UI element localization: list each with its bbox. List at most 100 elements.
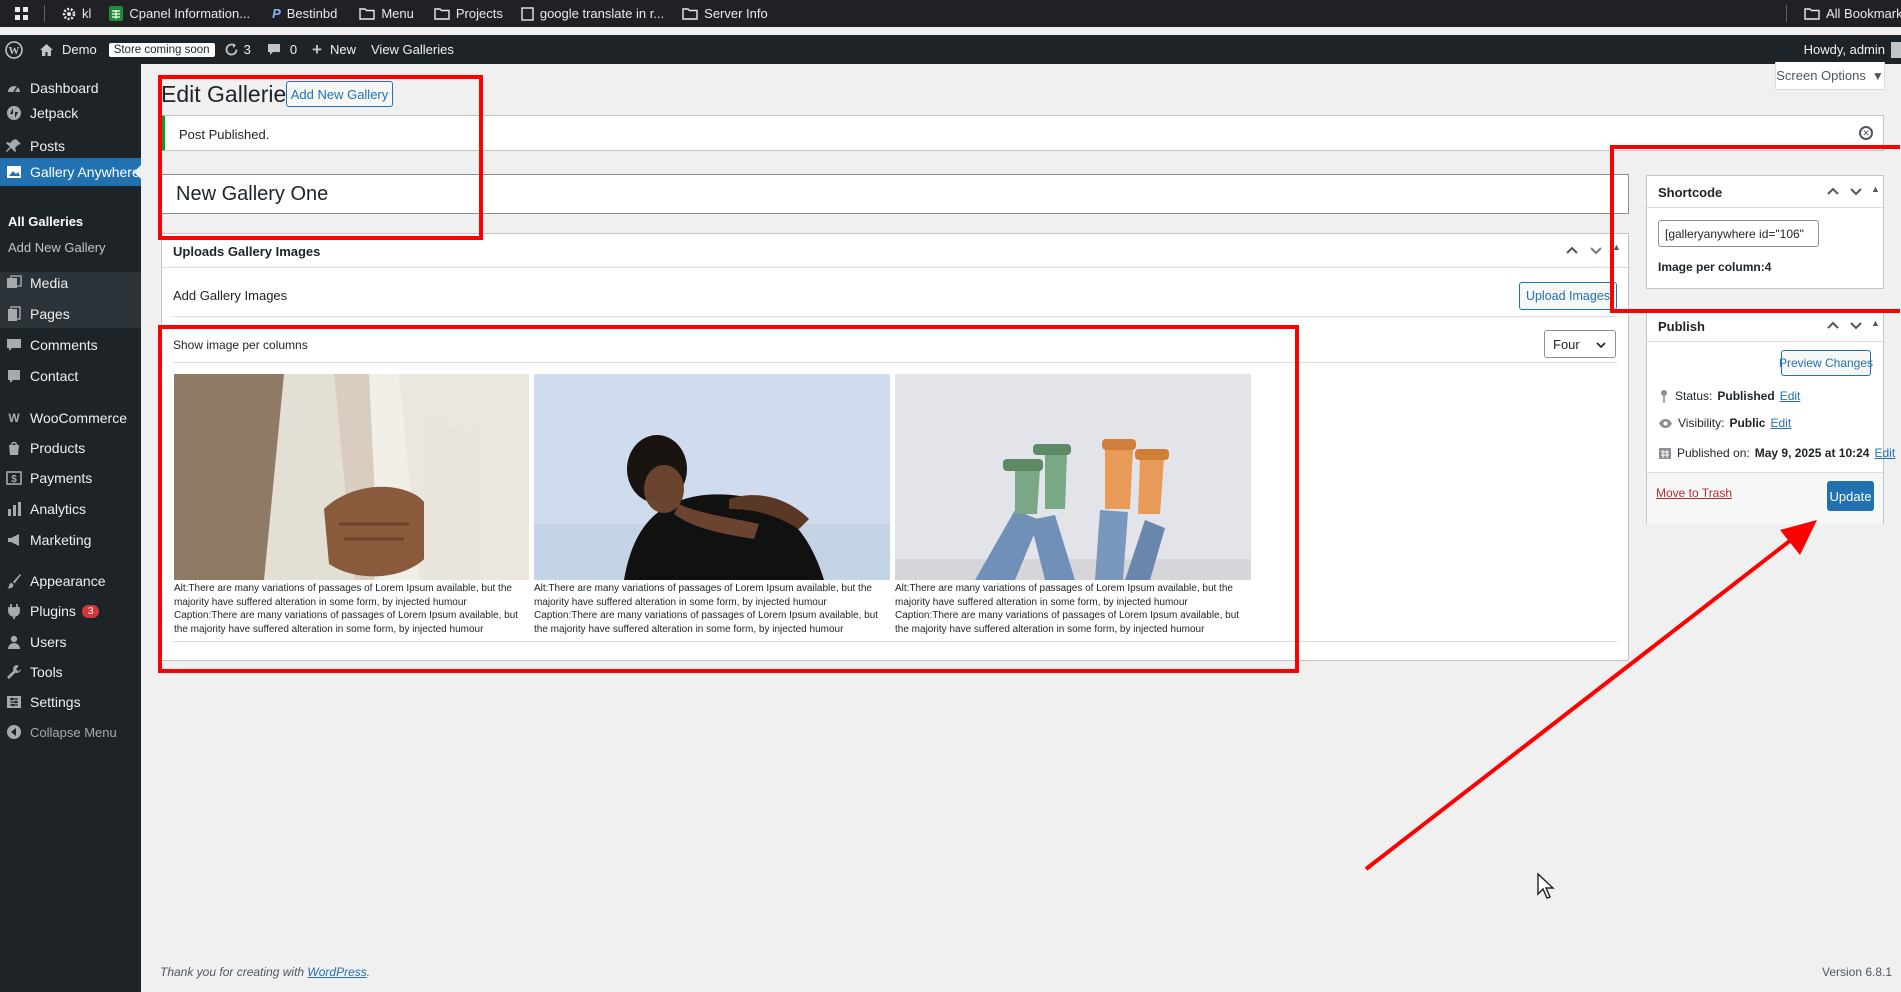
submenu-add-new-gallery[interactable]: Add New Gallery [0, 234, 141, 260]
updates-link[interactable]: 3 [224, 42, 251, 57]
screen-options-button[interactable]: Screen Options ▼ [1775, 62, 1885, 90]
menu-item-woocommerce[interactable]: W WooCommerce [0, 404, 141, 432]
uploads-metabox-title: Uploads Gallery Images [173, 244, 321, 259]
menu-item-contact[interactable]: Contact [0, 362, 141, 390]
divider [1647, 341, 1883, 342]
folder-icon [682, 8, 698, 20]
megaphone-icon [6, 532, 22, 548]
store-coming-soon-badge[interactable]: Store coming soon [108, 42, 215, 57]
pages-icon [6, 306, 22, 322]
bookmark-bestinbd[interactable]: P Bestinbd [272, 6, 337, 21]
menu-item-analytics[interactable]: Analytics [0, 495, 141, 523]
bookmark-menu[interactable]: Menu [359, 6, 414, 21]
pin-icon [6, 138, 22, 154]
chevron-down-icon[interactable] [1847, 316, 1865, 339]
new-content-link[interactable]: + New [312, 41, 356, 58]
divider [44, 5, 45, 22]
menu-item-posts[interactable]: Posts [0, 132, 141, 160]
home-icon [40, 43, 53, 56]
wrench-icon [6, 664, 22, 680]
preview-changes-button[interactable]: Preview Changes [1779, 350, 1873, 376]
sheets-icon [109, 6, 124, 21]
pin-icon [1661, 390, 1667, 403]
folder-icon [1804, 8, 1820, 20]
annotation-arrow [1364, 520, 1817, 871]
menu-item-products[interactable]: Products [0, 434, 141, 462]
collapse-menu-button[interactable]: Collapse Menu [0, 718, 141, 746]
my-account[interactable]: Howdy, admin [1804, 35, 1901, 64]
bookmark-cpanel[interactable]: Cpanel Information... [109, 6, 250, 21]
columns-select[interactable]: Four [1544, 330, 1616, 358]
wordpress-logo-icon[interactable]: W [5, 40, 23, 59]
chevron-down-icon [1596, 342, 1606, 349]
caret-down-icon: ▼ [1871, 68, 1884, 83]
folder-icon [359, 8, 376, 20]
menu-item-appearance[interactable]: Appearance [0, 567, 141, 595]
svg-text:$: $ [11, 474, 17, 485]
folder-icon [434, 8, 450, 20]
menu-item-settings[interactable]: Settings [0, 688, 141, 716]
footer-thankyou: Thank you for creating with WordPress. [160, 965, 371, 979]
chevron-down-icon[interactable] [1586, 240, 1606, 260]
edit-visibility-link[interactable]: Edit [1770, 416, 1791, 430]
upload-images-button[interactable]: Upload Images [1519, 282, 1617, 310]
menu-item-marketing[interactable]: Marketing [0, 526, 141, 554]
bookmark-google-translate[interactable]: google translate in r... [521, 6, 664, 21]
divider [162, 267, 1628, 268]
avatar [1891, 41, 1901, 58]
published-on-row: Published on: May 9, 2025 at 10:24 Edit [1658, 446, 1895, 460]
chevron-up-icon[interactable] [1562, 240, 1582, 260]
footer-version: Version 6.8.1 [1822, 965, 1893, 979]
woocommerce-icon: W [8, 411, 20, 425]
comment-icon [6, 337, 22, 353]
apps-icon[interactable] [15, 6, 29, 21]
plugins-update-badge: 3 [81, 604, 100, 618]
current-menu-arrow [134, 164, 142, 180]
gallery-icon [6, 164, 22, 180]
menu-item-users[interactable]: Users [0, 628, 141, 656]
bookmark-projects[interactable]: Projects [434, 6, 503, 21]
jetpack-icon [6, 105, 22, 121]
divider [1786, 5, 1787, 22]
menu-item-tools[interactable]: Tools [0, 658, 141, 686]
payments-icon: $ [6, 470, 22, 486]
publish-metabox: Publish ▲ Preview Changes Status: Publish… [1646, 309, 1895, 524]
menu-item-media[interactable]: Media [0, 269, 141, 297]
menu-item-pages[interactable]: Pages [0, 300, 141, 328]
menu-item-payments[interactable]: $ Payments [0, 464, 141, 492]
view-galleries-link[interactable]: View Galleries [371, 42, 454, 57]
annotation-box-gallery [158, 325, 1299, 673]
comments-link[interactable]: 0 [267, 42, 297, 57]
update-button[interactable]: Update [1827, 481, 1874, 511]
submenu-all-galleries[interactable]: All Galleries [0, 208, 141, 234]
users-icon [6, 634, 22, 650]
refresh-icon [225, 43, 237, 56]
calendar-icon [1659, 448, 1671, 459]
edit-status-link[interactable]: Edit [1780, 389, 1801, 403]
dismiss-notice-icon[interactable]: ✕ [1859, 126, 1873, 140]
menu-item-dashboard[interactable]: Dashboard [0, 74, 141, 102]
bookmark-server-info[interactable]: Server Info [682, 6, 768, 21]
bookmark-all-bookmarks[interactable]: All Bookmarks [1804, 6, 1901, 21]
p-icon: P [272, 6, 281, 21]
bookmark-kl[interactable]: kl [62, 6, 91, 21]
toggle-panel-icon[interactable]: ▲ [1871, 318, 1880, 328]
wordpress-link[interactable]: WordPress [307, 965, 366, 979]
collapse-icon [6, 724, 22, 740]
admin-bar: W Demo Store coming soon 3 0 + New View … [0, 35, 1901, 64]
divider [173, 316, 1617, 317]
admin-menu: Dashboard Jetpack Posts Gallery Anywhere… [0, 64, 142, 992]
menu-item-gallery-anywhere[interactable]: Gallery Anywhere [0, 158, 141, 186]
annotation-box-heading [158, 75, 483, 240]
menu-item-jetpack[interactable]: Jetpack [0, 99, 141, 127]
settings-icon [6, 694, 22, 710]
page-icon [521, 6, 534, 21]
plus-icon: + [312, 40, 322, 59]
site-name-link[interactable]: Demo [39, 42, 97, 57]
menu-item-plugins[interactable]: Plugins 3 [0, 597, 141, 625]
chevron-up-icon[interactable] [1824, 316, 1842, 339]
edit-date-link[interactable]: Edit [1874, 446, 1895, 460]
move-to-trash-link[interactable]: Move to Trash [1656, 486, 1732, 500]
menu-item-comments[interactable]: Comments [0, 331, 141, 359]
eye-icon [1659, 418, 1672, 428]
